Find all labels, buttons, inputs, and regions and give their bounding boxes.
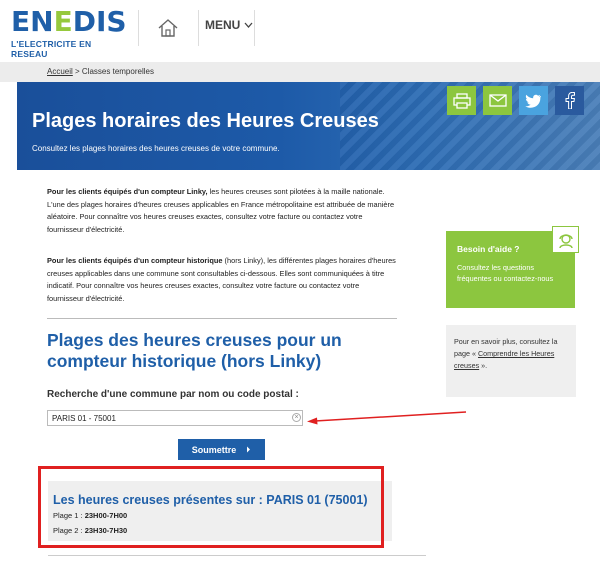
help-title: Besoin d'aide ? bbox=[457, 244, 520, 254]
print-button[interactable] bbox=[447, 86, 476, 115]
chevron-right-icon bbox=[247, 446, 251, 453]
menu-button[interactable]: MENU bbox=[205, 18, 253, 32]
red-arrow-annotation bbox=[307, 411, 467, 425]
clear-icon[interactable]: × bbox=[292, 413, 301, 422]
email-share-button[interactable] bbox=[483, 86, 512, 115]
intro-paragraph-linky: Pour les clients équipés d'un compteur L… bbox=[47, 187, 395, 234]
support-agent-icon bbox=[552, 226, 579, 253]
info-panel: Pour en savoir plus, consultez la page «… bbox=[446, 325, 576, 397]
highlight-box bbox=[38, 466, 384, 548]
twitter-icon bbox=[525, 94, 541, 108]
section-title: Plages des heures creuses pour un compte… bbox=[47, 330, 342, 371]
facebook-share-button[interactable] bbox=[555, 86, 584, 115]
facebook-icon bbox=[565, 92, 575, 109]
breadcrumb: Accueil > Classes temporelles bbox=[0, 62, 600, 82]
help-link[interactable]: Consultez les questions fréquentes ou co… bbox=[457, 262, 557, 284]
section-divider bbox=[47, 318, 397, 319]
intro-paragraph-historique: Pour les clients équipés d'un compteur h… bbox=[47, 256, 396, 303]
logo-wordmark: ENEDIS bbox=[11, 5, 127, 38]
home-icon bbox=[158, 19, 178, 37]
submit-button[interactable]: Soumettre bbox=[178, 439, 265, 460]
page-subtitle: Consultez les plages horaires des heures… bbox=[32, 144, 280, 153]
menu-label: MENU bbox=[205, 18, 241, 32]
twitter-share-button[interactable] bbox=[519, 86, 548, 115]
chevron-down-icon bbox=[244, 22, 253, 28]
breadcrumb-current: Classes temporelles bbox=[81, 67, 154, 76]
page-title: Plages horaires des Heures Creuses bbox=[32, 110, 379, 132]
mail-icon bbox=[488, 94, 507, 107]
home-button[interactable] bbox=[148, 10, 188, 46]
enedis-logo[interactable]: ENEDIS L'ELECTRICITE EN RESEAU bbox=[11, 5, 127, 60]
printer-icon bbox=[452, 92, 471, 109]
logo-tagline: L'ELECTRICITE EN RESEAU bbox=[11, 39, 92, 59]
search-label: Recherche d'une commune par nom ou code … bbox=[47, 389, 299, 400]
header-divider bbox=[254, 10, 255, 46]
breadcrumb-separator: > bbox=[72, 67, 82, 76]
submit-label: Soumettre bbox=[191, 444, 237, 455]
header-divider bbox=[198, 10, 199, 46]
hero-banner: Plages horaires des Heures Creuses Consu… bbox=[17, 82, 600, 170]
commune-search-input[interactable] bbox=[47, 410, 303, 426]
breadcrumb-home-link[interactable]: Accueil bbox=[47, 67, 73, 76]
header-divider bbox=[138, 10, 139, 46]
site-header: ENEDIS L'ELECTRICITE EN RESEAU MENU bbox=[0, 0, 600, 62]
bottom-divider bbox=[48, 555, 426, 556]
